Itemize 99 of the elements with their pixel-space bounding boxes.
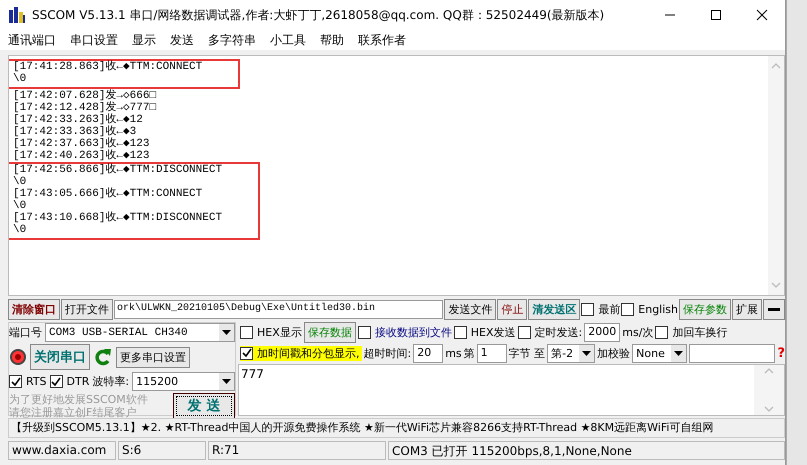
button[interactable]: 扩展 xyxy=(732,299,762,320)
button[interactable]: 停止 xyxy=(497,299,528,320)
button[interactable]: 保存参数 xyxy=(679,299,731,320)
log-line: [17:42:12.428]发→◇777□ xyxy=(13,102,158,114)
button[interactable]: 关闭串口 xyxy=(30,344,90,370)
minus-icon xyxy=(768,308,780,312)
label: 波特率: xyxy=(92,374,130,389)
help-icon[interactable]: ? xyxy=(777,346,785,360)
dropdown-arrow-icon xyxy=(222,330,231,335)
checkbox-label: 加时间戳和分包显示, xyxy=(257,346,360,360)
checkbox[interactable] xyxy=(50,375,63,388)
label: 超时时间: xyxy=(364,346,412,360)
status-field: S:6 xyxy=(118,441,206,460)
button[interactable]: 清发送区 xyxy=(528,299,580,320)
scroll-up-icon xyxy=(771,62,781,70)
checkbox[interactable] xyxy=(454,326,467,338)
button[interactable]: 发送文件 xyxy=(444,299,496,320)
input-field[interactable]: 2000 xyxy=(584,322,620,342)
dropdown-arrow-icon xyxy=(222,379,231,384)
checkmark-icon xyxy=(10,376,20,386)
checkmark-icon xyxy=(51,376,62,386)
status-field: R:71 xyxy=(208,441,386,460)
scroll-down-icon xyxy=(771,281,781,289)
checkbox[interactable] xyxy=(240,346,253,360)
checkbox-label: 最前 xyxy=(598,302,620,317)
log-line: [17:42:33.363]收←◆3 xyxy=(13,126,138,138)
refresh-icon xyxy=(93,346,113,368)
checkmark-icon xyxy=(242,348,252,358)
button[interactable]: 清除窗口 xyxy=(8,299,60,320)
log-line: \0 xyxy=(13,73,28,85)
input-field[interactable]: 1 xyxy=(476,344,507,362)
maximize-icon xyxy=(710,9,722,21)
checkbox-label: RTS xyxy=(26,375,47,388)
checkbox[interactable] xyxy=(621,303,634,316)
input-field[interactable] xyxy=(688,344,776,362)
log-line: \0 xyxy=(13,176,28,188)
scrollbar[interactable] xyxy=(768,56,784,295)
log-line: [17:41:28.863]收←◆TTM:CONNECT xyxy=(13,61,202,73)
checkbox[interactable] xyxy=(358,326,371,338)
checkbox[interactable] xyxy=(518,326,531,338)
log-line: [17:43:05.666]收←◆TTM:CONNECT xyxy=(13,188,204,200)
log-line: [17:42:33.263]收←◆12 xyxy=(13,114,144,126)
log-line: [17:42:40.263]收←◆123 xyxy=(13,150,150,162)
log-line: \0 xyxy=(13,224,28,236)
button[interactable]: 保存数据 xyxy=(304,322,356,342)
send-input-field[interactable]: 777 xyxy=(238,364,785,416)
dropdown[interactable]: None xyxy=(632,344,687,362)
menu-item[interactable]: 显示 xyxy=(132,32,156,48)
dropdown[interactable]: COM3 USB-SERIAL CH340 xyxy=(45,323,235,342)
dropdown-arrow-icon xyxy=(582,350,592,356)
checkbox-label: HEX发送 xyxy=(470,324,516,340)
dropdown-arrow-icon xyxy=(674,350,683,356)
button[interactable]: 打开文件 xyxy=(61,299,113,320)
status-field: www.daxia.com xyxy=(8,441,116,460)
label: 端口号 xyxy=(9,325,42,340)
file-path-field[interactable]: ork\ULWKN_20210105\Debug\Exe\Untitled30.bin xyxy=(114,300,444,319)
button[interactable]: 更多串口设置 xyxy=(116,346,190,368)
log-line: [17:42:56.866]收←◆TTM:DISCONNECT xyxy=(13,164,222,176)
checkbox-label: 加回车换行 xyxy=(672,324,728,340)
menu-item[interactable]: 小工具 xyxy=(270,32,306,48)
input-field[interactable]: 20 xyxy=(413,344,444,362)
checkbox-label: 接收数据到文件 xyxy=(374,324,452,340)
scrollbar[interactable] xyxy=(754,365,784,415)
checkbox[interactable] xyxy=(240,326,253,338)
label: 加校验 xyxy=(597,346,630,360)
send-button[interactable]: 发 送 xyxy=(173,393,235,419)
news-ticker: 【升级到SSCOM5.13.1】★2. ★RT-Thread中国人的开源免费操作系统 ★新一代WiFi芯片兼容8266支持RT-Thread ★8KM远距离WiFi可自组网 xyxy=(8,418,785,438)
dropdown[interactable]: 115200 xyxy=(132,372,235,391)
checkbox[interactable] xyxy=(581,303,594,316)
checkbox-label: 定时发送: xyxy=(534,324,582,340)
log-line: [17:42:07.628]发→◇666□ xyxy=(13,90,158,102)
close-icon xyxy=(756,9,768,21)
promo-notice: 为了更好地发展SSCOM软件 请您注册嘉立创F结尾客户 xyxy=(9,393,149,419)
menu-item[interactable]: 通讯端口 xyxy=(8,32,56,48)
scroll-up-icon xyxy=(764,367,774,375)
dropdown[interactable]: 第-2 xyxy=(547,344,596,362)
menu-item[interactable]: 发送 xyxy=(170,32,194,48)
checkbox-label: English xyxy=(638,303,678,316)
label: ms xyxy=(445,346,462,360)
log-line: \0 xyxy=(13,200,28,212)
label: 字节 至 xyxy=(508,346,546,360)
checkbox[interactable] xyxy=(9,375,22,388)
status-indicator-icon xyxy=(9,348,27,366)
label: 第 xyxy=(464,346,475,360)
log-line: [17:43:10.668]收←◆TTM:DISCONNECT xyxy=(13,212,222,224)
status-field: COM3 已打开 115200bps,8,1,None,None xyxy=(388,441,785,460)
log-line: [17:42:37.663]收←◆123 xyxy=(13,138,150,150)
checkbox[interactable] xyxy=(655,326,668,338)
collapse-button[interactable] xyxy=(763,299,785,320)
menu-item[interactable]: 多字符串 xyxy=(208,32,256,48)
checkbox-label: HEX显示 xyxy=(257,324,302,340)
window-title: SSCOM V5.13.1 串口/网络数据调试器,作者:大虾丁丁,2618058@qq.com. QQ群：52502449(最新版本) xyxy=(32,6,606,24)
label: ms/次 xyxy=(622,324,654,340)
menu-item[interactable]: 串口设置 xyxy=(70,32,118,48)
checkbox-label: DTR xyxy=(66,375,90,388)
app-logo-icon xyxy=(8,6,26,24)
menu-item[interactable]: 帮助 xyxy=(320,32,344,48)
scroll-down-icon xyxy=(764,405,774,413)
menu-item[interactable]: 联系作者 xyxy=(358,32,406,48)
